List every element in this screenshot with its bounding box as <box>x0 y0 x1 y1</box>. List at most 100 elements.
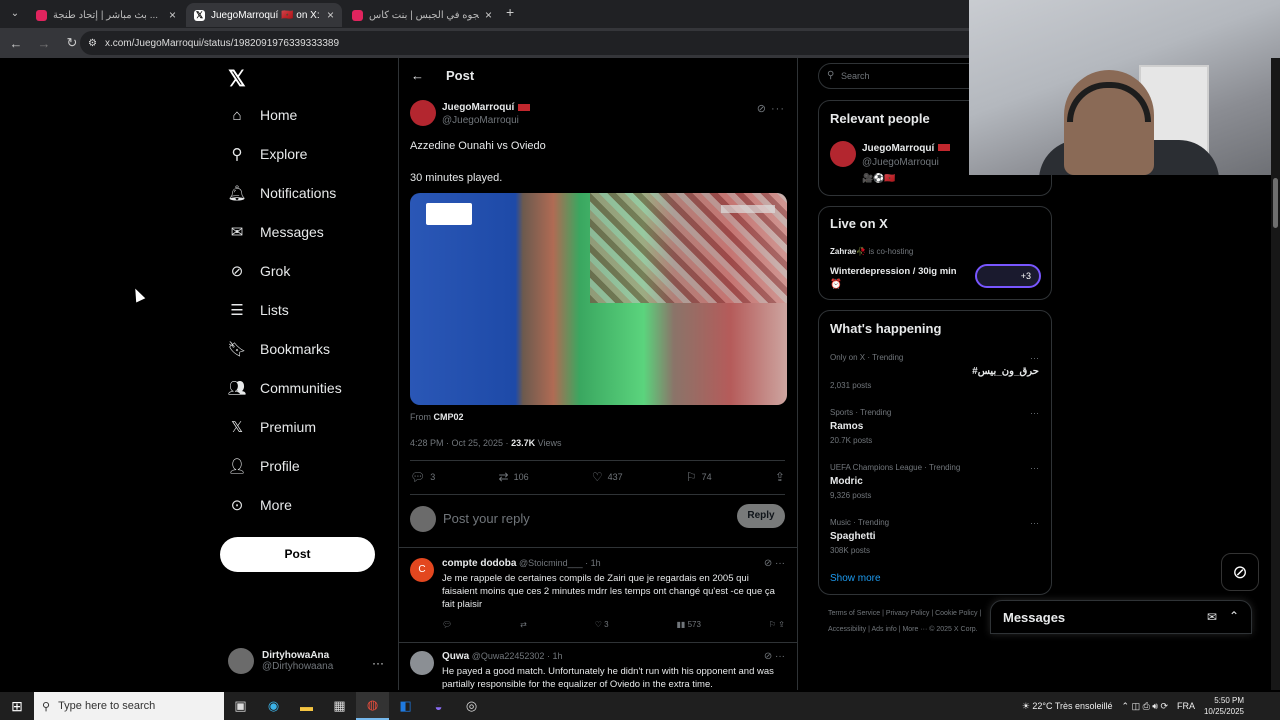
language-indicator[interactable]: FRA <box>1177 701 1195 711</box>
nav-home[interactable]: ⌂ Home <box>228 106 297 124</box>
more-dots-icon[interactable]: ··· <box>372 656 384 670</box>
avatar[interactable]: C <box>410 558 434 582</box>
repost-icon[interactable]: ⇄ <box>520 620 527 629</box>
forward-arrow-icon[interactable]: → <box>32 36 56 51</box>
author-handle[interactable]: @JuegoMarroqui <box>442 115 519 126</box>
more-dots-icon[interactable]: ⊘ ··· <box>764 558 785 569</box>
trend-term: #حرق_ون_بيس <box>972 366 1039 377</box>
nav-bookmarks[interactable]: 🔖︎ Bookmarks <box>227 340 331 358</box>
back-arrow-icon[interactable]: ← <box>411 68 424 83</box>
x-logo-icon[interactable]: 𝕏 <box>228 66 246 92</box>
outlook-icon[interactable]: ◧ <box>389 692 422 720</box>
repost-action[interactable]: ⇄ 106 <box>499 470 529 484</box>
footer-links[interactable]: Terms of Service | Privacy Policy | Cook… <box>828 610 981 617</box>
trend-item[interactable]: UEFA Champions League · Trending Modric 9,… <box>830 463 1039 500</box>
post-button[interactable]: Post <box>220 537 375 572</box>
nav-lists[interactable]: ☰ Lists <box>228 301 289 319</box>
bookmark-share[interactable]: ⚐ ⇪ <box>769 620 785 629</box>
comment-author[interactable]: Quwa <box>442 651 469 662</box>
obs-icon[interactable]: ◎ <box>455 692 488 720</box>
page-scrollbar[interactable] <box>1271 58 1280 690</box>
space-title[interactable]: Winterdepression / 30ig min⏰ <box>830 265 960 291</box>
nav-communities[interactable]: 👥︎ Communities <box>227 379 341 397</box>
trend-item[interactable]: Music · Trending Spaghetti 308K posts ··· <box>830 518 1039 555</box>
comment-header: compte dodoba @Stoicmind___ · 1h <box>442 558 601 569</box>
more-dots-icon[interactable]: ··· <box>1030 353 1039 363</box>
edge-icon[interactable]: ◉ <box>257 692 290 720</box>
video-source: From CMP02 <box>410 412 464 422</box>
grok-floating-button[interactable]: ⊘ <box>1221 553 1259 591</box>
reply-icon[interactable]: 💬︎ <box>442 620 452 629</box>
chevron-up-icon[interactable]: ⌃ <box>1229 609 1239 623</box>
nav-more[interactable]: ⊙ More <box>228 496 292 514</box>
reply-input[interactable]: Post your reply <box>443 511 530 526</box>
nav-premium[interactable]: 𝕏 Premium <box>228 418 316 436</box>
more-dots-icon[interactable]: ··· <box>1030 408 1039 418</box>
task-view-icon[interactable]: ▣ <box>224 692 257 720</box>
tab-3[interactable]: ديدي ديجوه في الجبس | بنت كاس... × <box>344 3 500 27</box>
taskbar-clock[interactable]: 5:50 PM 10/25/2025 <box>1204 695 1244 717</box>
nav-profile[interactable]: 👤︎ Profile <box>227 457 299 475</box>
live-on-x-card: Live on X Zahrae🥀 is co-hosting Winterde… <box>818 206 1052 300</box>
relevant-name[interactable]: JuegoMarroquí <box>862 143 951 154</box>
more-dots-icon[interactable]: ⊘ ··· <box>764 651 785 662</box>
taskbar-search[interactable]: ⚲ Type here to search <box>34 692 224 720</box>
new-message-icon[interactable]: ✉ <box>1207 610 1217 624</box>
nav-messages[interactable]: ✉ Messages <box>228 223 324 241</box>
show-more-link[interactable]: Show more <box>830 573 881 584</box>
share-action[interactable]: ⇪ <box>775 470 785 484</box>
file-explorer-icon[interactable]: ▬ <box>290 692 323 720</box>
more-circle-icon: ⊙ <box>230 497 244 514</box>
avatar[interactable] <box>410 651 434 675</box>
chrome-icon[interactable]: ◍ <box>356 692 389 720</box>
back-arrow-icon[interactable]: ← <box>4 36 28 51</box>
author-avatar[interactable] <box>410 100 436 126</box>
comment-text: He payed a good match. Unfortunately he … <box>442 666 774 690</box>
messages-drawer[interactable]: Messages ✉ ⌃ <box>990 600 1252 634</box>
post-video[interactable] <box>410 193 787 405</box>
more-dots-icon[interactable]: ··· <box>1030 463 1039 473</box>
close-icon[interactable]: × <box>485 8 492 22</box>
post-time[interactable]: 4:28 PM · Oct 25, 2025 · <box>410 438 509 448</box>
nav-explore[interactable]: ⚲ Explore <box>228 145 308 163</box>
tray-icons[interactable]: ⌃ ◫ ⎙ 🔊︎ ⟳ <box>1122 701 1168 712</box>
site-info-icon[interactable]: ⚙ <box>88 38 97 49</box>
tab-1[interactable]: بث مباشر | إتحاد طنجة ... × <box>28 3 184 27</box>
tab-search-button[interactable]: ⌄ <box>6 5 24 23</box>
author-name[interactable]: JuegoMarroquí <box>442 102 531 113</box>
comment-author[interactable]: compte dodoba <box>442 558 516 569</box>
trend-item[interactable]: Sports · Trending Ramos 20.7K posts ··· <box>830 408 1039 445</box>
nav-notifications[interactable]: 🔔︎ Notifications <box>227 184 336 202</box>
more-dots-icon[interactable]: ··· <box>1030 518 1039 528</box>
space-participants[interactable]: +3 <box>975 264 1041 288</box>
like-action[interactable]: ♡ 437 <box>592 470 623 484</box>
scrollbar-thumb[interactable] <box>1273 178 1278 228</box>
new-tab-button[interactable]: + <box>506 4 514 20</box>
host-name[interactable]: Zahrae🥀 <box>830 247 866 256</box>
account-switcher[interactable]: DirtyhowaAna @Dirtyhowaana <box>228 648 333 674</box>
bookmark-count: 74 <box>701 472 712 482</box>
reply-button[interactable]: Reply <box>737 504 785 528</box>
mail-icon: ✉ <box>230 224 244 241</box>
footer-links[interactable]: Accessibility | Ads info | More ··· © 20… <box>828 626 978 633</box>
reply-action[interactable]: 💬︎ 3 <box>410 470 435 484</box>
nav-grok[interactable]: ⊘ Grok <box>228 262 291 280</box>
like-action[interactable]: ♡ 3 <box>595 620 609 629</box>
discord-icon[interactable]: ◒ <box>422 692 455 720</box>
close-icon[interactable]: × <box>169 8 176 22</box>
tab-title: ديدي ديجوه في الجبس | بنت كاس... <box>369 9 479 21</box>
nav-label: Bookmarks <box>260 341 331 357</box>
store-icon[interactable]: ▦ <box>323 692 356 720</box>
address-bar[interactable]: ⚙ x.com/JuegoMarroqui/status/19820919763… <box>80 31 980 55</box>
close-icon[interactable]: × <box>327 8 334 22</box>
bookmark-action[interactable]: ⚐ 74 <box>686 470 712 484</box>
weather-widget[interactable]: ☀ 22°C Très ensoleillé <box>1022 701 1113 712</box>
tab-2-active[interactable]: 𝕏 JuegoMarroquí 🇲🇦 on X: "A... × <box>186 3 342 27</box>
grok-icon: ⊘ <box>230 263 244 280</box>
views-action[interactable]: ▮▮ 573 <box>677 620 701 629</box>
trend-item[interactable]: Only on X · Trending #حرق_ون_بيس 2,031 pos… <box>830 353 1039 390</box>
more-dots-icon[interactable]: ⊘ ··· <box>757 102 785 115</box>
source-link[interactable]: CMP02 <box>434 412 464 422</box>
windows-start-icon[interactable]: ⊞ <box>0 698 34 715</box>
avatar[interactable] <box>830 141 856 167</box>
